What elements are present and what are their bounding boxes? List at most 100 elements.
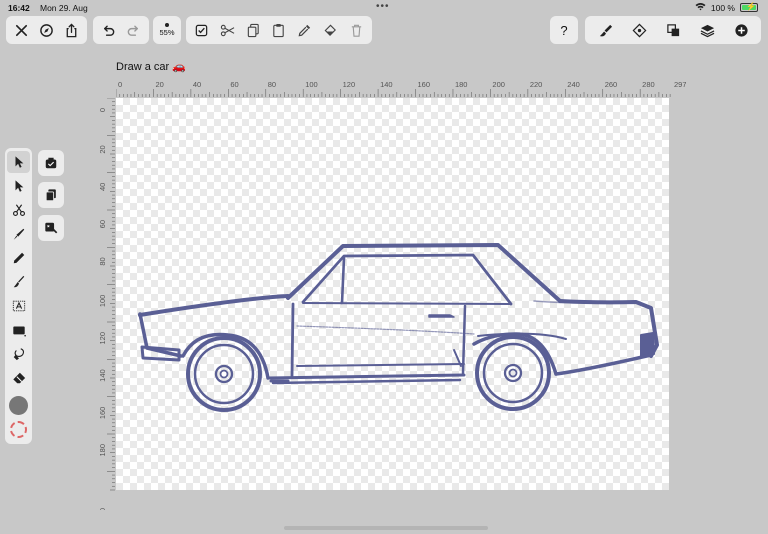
horizontal-ruler: 0 20 40 60 80 100 120 140 160 180 200 220 240 260 280 2… [116,80,686,97]
cursor-outline-icon [15,180,23,192]
ruler-v-label: 140 [98,369,107,382]
select-all-button[interactable] [190,18,214,42]
pen-tool[interactable] [7,223,30,245]
duplicate-icon [45,189,56,202]
ruler-h-label: 80 [268,80,276,89]
share-button[interactable] [60,18,84,42]
edit-toolbar-group [186,16,372,44]
multitasking-dots[interactable]: ••• [376,2,390,12]
bucket-icon [324,24,336,36]
ruler-h-label: 20 [155,80,163,89]
ruler-v-label: 100 [98,295,107,308]
ruler-h-label: 0 [118,80,122,89]
ruler-h-label: 297 [674,80,686,89]
text-tool[interactable] [7,295,30,317]
eraser-tool[interactable] [7,367,30,389]
zoom-dot-icon [165,23,169,27]
layers-button[interactable] [695,18,719,42]
close-icon [15,24,28,36]
ruler-h-label: 40 [193,80,201,89]
paste-icon [273,23,285,37]
ruler-v-label: 80 [98,257,107,265]
cut-button[interactable] [216,18,240,42]
status-bar: 16:42 Mon 29. Aug ••• 100 % ⚡ [0,0,768,16]
zoom-toolbar-group: 55% [153,16,181,44]
brush-tool[interactable] [7,271,30,293]
color-picker-button[interactable] [293,18,317,42]
ruler-h-label: 180 [455,80,468,89]
settings-button[interactable] [35,18,59,42]
ruler-h-label: 120 [343,80,356,89]
ruler-v-label: 180 [98,444,107,457]
checkbox-icon [196,24,208,36]
close-button[interactable] [10,18,34,42]
direct-select-tool[interactable] [7,175,30,197]
selection-mode-button[interactable] [38,150,64,176]
zoom-level: 55% [159,28,175,37]
vertical-ruler: 0 20 40 60 80 100 120 140 160 180 210 [98,98,115,510]
drawing-canvas[interactable] [116,98,669,490]
scissors-icon [220,24,235,36]
ruler-h-label: 280 [642,80,655,89]
eraser-icon [12,372,25,384]
eyedropper-icon [298,24,311,36]
redo-button[interactable] [122,18,146,42]
pencil-icon [13,252,24,264]
fill-button[interactable] [318,18,342,42]
redo-icon [127,25,138,36]
ruler-h-label: 160 [418,80,431,89]
plus-circle-icon [734,23,748,37]
zoom-button[interactable]: 55% [155,18,179,42]
ruler-v-label: 20 [98,145,107,153]
panels-toolbar-group [585,16,761,44]
text-box-icon [12,300,25,312]
paintbrush-icon [13,275,24,288]
document-title[interactable]: Draw a car 🚗 [116,60,186,73]
diamond-icon [632,23,646,37]
brush-settings-button[interactable] [593,18,617,42]
select-box-icon [45,157,57,169]
shape-tool[interactable] [7,319,30,341]
battery-icon: ⚡ [740,2,758,12]
fountain-pen-icon [13,228,24,240]
undo-button[interactable] [97,18,121,42]
rectangle-icon [12,326,26,337]
undo-icon [104,25,115,36]
add-button[interactable] [729,18,753,42]
wifi-icon [695,2,706,13]
primary-color-swatch[interactable] [9,396,28,415]
magic-select-button[interactable] [38,215,64,241]
lasso-fill-tool[interactable] [7,343,30,365]
duplicate-button[interactable] [38,182,64,208]
status-time: 16:42 [8,3,30,13]
pencil-tool[interactable] [7,247,30,269]
home-indicator[interactable] [284,526,488,530]
ruler-h-label: 260 [605,80,618,89]
share-icon [66,22,77,37]
file-toolbar-group [6,16,87,44]
car-drawing [138,243,659,412]
ruler-v-label: 40 [98,183,107,191]
copy-icon [247,23,259,37]
lasso-icon [13,348,24,361]
ruler-h-label: 220 [530,80,543,89]
select-tool[interactable] [7,151,30,173]
transform-button[interactable] [627,18,651,42]
help-toolbar-group: ? [550,16,578,44]
tools-panel [5,148,32,444]
status-indicators: 100 % ⚡ [695,2,758,13]
ruler-v-label: 120 [98,332,107,345]
ruler-v-label: 160 [98,407,107,420]
cursor-arrow-icon [15,156,23,168]
ruler-v-label: 60 [98,220,107,228]
arrange-button[interactable] [661,18,685,42]
scissors-tool[interactable] [7,199,30,221]
delete-button[interactable] [344,18,368,42]
copy-button[interactable] [241,18,265,42]
history-toolbar-group [93,16,149,44]
trash-icon [351,24,361,37]
battery-percentage: 100 % [710,2,735,13]
paste-button[interactable] [267,18,291,42]
help-button[interactable]: ? [552,18,576,42]
secondary-color-swatch[interactable] [10,421,27,438]
